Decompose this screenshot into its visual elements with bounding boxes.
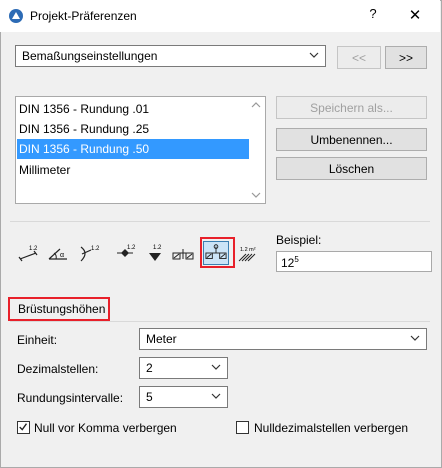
area-dimension-icon[interactable]: 1.2 m² — [236, 241, 260, 265]
separator — [10, 221, 430, 222]
window-title: Projekt-Präferenzen — [30, 9, 137, 23]
toolicon-sup: 1.2 — [29, 246, 38, 252]
section-divider — [10, 321, 430, 322]
door-window-dimension-icon[interactable] — [171, 241, 195, 265]
hide-zero-decimals-checkbox[interactable] — [236, 421, 249, 434]
rounding-select[interactable]: 5 — [139, 386, 228, 408]
example-value-sup: 5 — [294, 255, 299, 264]
scheme-list[interactable]: DIN 1356 - Rundung .01 DIN 1356 - Rundun… — [15, 96, 266, 204]
scroll-up-icon[interactable] — [251, 101, 261, 109]
toolicon-highlight — [200, 237, 235, 268]
example-preview: 125 — [276, 251, 432, 272]
example-value: 12 — [281, 256, 295, 270]
hide-zero-label[interactable]: Null vor Komma verbergen — [34, 421, 177, 435]
chevron-down-icon — [211, 364, 221, 370]
save-as-button[interactable]: Speichern als... — [276, 96, 427, 119]
scroll-down-icon[interactable] — [251, 191, 261, 199]
delete-button[interactable]: Löschen — [276, 157, 427, 180]
toolicon-sup: 1.2 — [91, 246, 100, 252]
svg-text:α: α — [60, 252, 64, 259]
angle-dimension-icon[interactable]: α — [46, 241, 70, 265]
unit-label: Einheit: — [17, 333, 58, 347]
category-select-value: Bemaßungseinstellungen — [22, 49, 158, 63]
checkmark-icon — [19, 423, 28, 431]
rounding-value: 5 — [146, 390, 153, 404]
linear-dimension-icon[interactable]: 1.2 — [17, 241, 41, 265]
toolicon-sup: 1.2 — [127, 245, 136, 251]
rounding-label: Rundungsintervalle: — [17, 391, 124, 405]
hide-zero-checkbox[interactable] — [17, 421, 30, 434]
elevation-dimension-icon[interactable]: 1.2 — [143, 241, 167, 265]
toolicon-sup: 1.2 m² — [240, 247, 256, 253]
rename-button[interactable]: Umbenennen... — [276, 128, 427, 151]
decimals-select[interactable]: 2 — [139, 357, 228, 379]
chevron-down-icon — [309, 52, 319, 58]
decimals-value: 2 — [146, 361, 153, 375]
list-item-selected[interactable]: DIN 1356 - Rundung .50 — [17, 139, 249, 159]
hide-zero-decimals-label[interactable]: Nulldezimalstellen verbergen — [254, 421, 408, 435]
list-item[interactable]: DIN 1356 - Rundung .25 — [17, 119, 249, 139]
previous-button[interactable]: << — [337, 46, 381, 69]
section-title: Brüstungshöhen — [18, 302, 106, 316]
unit-select[interactable]: Meter — [139, 328, 427, 350]
radial-dimension-icon[interactable]: 1.2 — [77, 241, 101, 265]
category-select[interactable]: Bemaßungseinstellungen — [15, 45, 326, 67]
chevron-down-icon — [211, 393, 221, 399]
chevron-down-icon — [410, 335, 420, 341]
decimals-label: Dezimalstellen: — [17, 362, 99, 376]
toolicon-sup: 1.2 — [153, 245, 162, 251]
list-item[interactable]: Millimeter — [17, 160, 249, 180]
list-item[interactable]: DIN 1356 - Rundung .01 — [17, 99, 249, 119]
unit-value: Meter — [146, 332, 177, 346]
example-label: Beispiel: — [276, 233, 322, 247]
close-button[interactable]: ✕ — [404, 6, 426, 26]
app-icon — [9, 9, 23, 23]
next-button[interactable]: >> — [385, 46, 427, 69]
help-button[interactable]: ? — [362, 6, 384, 26]
level-dimension-icon[interactable]: 1.2 — [113, 241, 137, 265]
